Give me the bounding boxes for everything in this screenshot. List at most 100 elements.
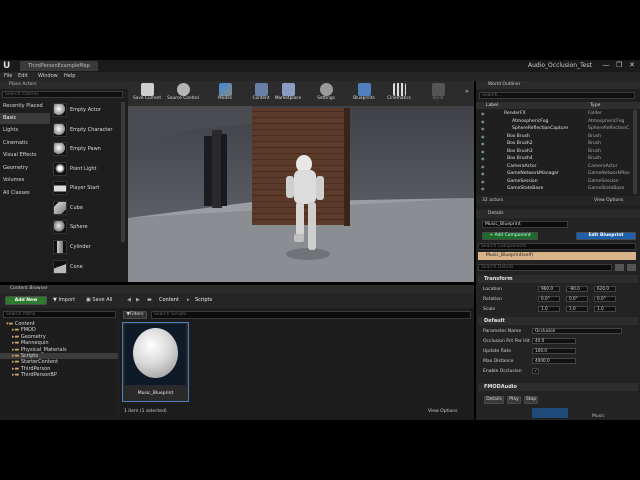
category-lights[interactable]: Lights <box>0 125 50 136</box>
add-new-button[interactable]: Add New <box>5 296 47 305</box>
default-section[interactable]: Default <box>478 317 638 325</box>
level-tab[interactable]: ThirdPersonExampleMap <box>20 61 98 71</box>
outliner-row[interactable]: ◉ GameSession GameSession <box>476 178 632 186</box>
actor-sphere[interactable]: Sphere <box>50 218 122 237</box>
outliner-row[interactable]: ◉ Box Brush4 Brush <box>476 155 632 163</box>
rotation-z[interactable]: 0.0° <box>594 296 616 302</box>
settings-button[interactable]: Settings <box>309 81 343 106</box>
filters-button[interactable]: ▼Filters <box>123 311 147 319</box>
add-component-button[interactable]: + Add Component <box>482 232 538 240</box>
menu-help[interactable]: Help <box>64 72 75 81</box>
location-x[interactable]: 960.0 <box>538 286 560 292</box>
menu-edit[interactable]: Edit <box>18 72 28 81</box>
component-self-item[interactable]: Music_Blueprint(self) <box>478 252 636 260</box>
category-recently-placed[interactable]: Recently Placed <box>0 101 50 112</box>
place-actors-scrollbar[interactable] <box>121 102 125 242</box>
search-classes-input[interactable]: Search Classes <box>2 91 123 98</box>
eye-icon[interactable]: ◉ <box>481 133 485 141</box>
category-visual-effects[interactable]: Visual Effects <box>0 150 50 161</box>
parameter-name-field[interactable]: Occlusion <box>532 328 622 334</box>
search-scripts-input[interactable]: Search Scripts <box>151 311 471 319</box>
outliner-row[interactable]: ◉ RenderFX Folder <box>476 110 632 118</box>
eye-icon[interactable]: ◉ <box>481 178 485 186</box>
outliner-row[interactable]: ◉ GameNetworkManager GameNetworkMan <box>476 170 632 178</box>
fmod-details-button[interactable]: Details <box>484 396 504 404</box>
outliner-search-input[interactable]: Search... <box>479 92 635 99</box>
actor-empty-actor[interactable]: Empty Actor <box>50 101 122 120</box>
maximize-button[interactable]: ❐ <box>613 60 625 70</box>
actor-empty-character[interactable]: Empty Character <box>50 121 122 140</box>
close-button[interactable]: ✕ <box>626 60 638 70</box>
object-name-field[interactable]: Music_Blueprint <box>482 221 568 228</box>
actor-cone[interactable]: Cone <box>50 258 122 277</box>
col-label[interactable]: Label <box>486 102 498 109</box>
build-button[interactable]: Build <box>421 81 455 106</box>
minimize-button[interactable]: — <box>600 60 612 70</box>
eye-icon[interactable]: ◉ <box>481 185 485 193</box>
search-paths-input[interactable]: Search Paths <box>3 311 116 318</box>
path-scripts[interactable]: Scripts <box>195 296 212 305</box>
scale-y[interactable]: 1.0 <box>566 306 588 312</box>
grid-view-icon[interactable] <box>615 264 624 271</box>
enable-occlusion-checkbox[interactable]: ✓ <box>532 368 539 374</box>
outliner-row[interactable]: ◉ Box Brush Brush <box>476 133 632 141</box>
eye-icon[interactable]: ◉ <box>481 118 485 126</box>
import-button[interactable]: ▼ Import <box>53 296 75 305</box>
category-volumes[interactable]: Volumes <box>0 175 50 186</box>
outliner-row[interactable]: ◉ Box Brush2 Brush <box>476 140 632 148</box>
eye-icon[interactable]: ◉ <box>481 125 485 133</box>
search-components-input[interactable]: Search Components <box>478 243 636 250</box>
location-y[interactable]: -90.0 <box>566 286 588 292</box>
tree-item-third-person-bp[interactable]: ▸▬ ThirdPersonBP <box>0 372 118 378</box>
eye-icon[interactable]: ◉ <box>481 110 485 118</box>
max-distance-field[interactable]: 4000.0 <box>532 358 576 364</box>
outliner-row[interactable]: ◉ SphereReflectionCapture SphereReflection… <box>476 125 632 133</box>
outliner-row[interactable]: ◉ AtmosphericFog AtmosphericFog <box>476 118 632 126</box>
actor-player-start[interactable]: Player Start <box>50 179 122 198</box>
scale-z[interactable]: 1.0 <box>594 306 616 312</box>
occlusion-pct-field[interactable]: 40.0 <box>532 338 576 344</box>
transform-section[interactable]: Transform <box>478 275 638 283</box>
outliner-scrollbar[interactable] <box>633 110 637 194</box>
source-control-button[interactable]: Source Control <box>166 81 200 106</box>
menu-window[interactable]: Window <box>38 72 58 81</box>
category-basic[interactable]: Basic <box>0 113 50 124</box>
fmod-play-button[interactable]: Play <box>507 396 521 404</box>
outliner-view-options[interactable]: View Options <box>594 196 623 205</box>
cinematics-button[interactable]: Cinematics <box>382 81 416 106</box>
category-geometry[interactable]: Geometry <box>0 163 50 174</box>
menu-file[interactable]: File <box>4 72 12 81</box>
update-rate-field[interactable]: 100.0 <box>532 348 576 354</box>
nav-back-icon[interactable]: ◀ <box>127 296 131 305</box>
nav-forward-icon[interactable]: ▶ <box>136 296 140 305</box>
outliner-row[interactable]: ◉ Box Brush3 Brush <box>476 148 632 156</box>
actor-cylinder[interactable]: Cylinder <box>50 238 122 257</box>
blueprints-button[interactable]: Blueprints <box>347 81 381 106</box>
location-z[interactable]: 620.0 <box>594 286 616 292</box>
category-all-classes[interactable]: All Classes <box>0 188 50 199</box>
eye-icon[interactable]: ◉ <box>481 155 485 163</box>
toolbar-overflow-icon[interactable]: » <box>465 88 469 95</box>
save-current-button[interactable]: Save Current <box>130 81 164 106</box>
level-viewport[interactable] <box>128 106 474 282</box>
actor-empty-pawn[interactable]: Empty Pawn <box>50 140 122 159</box>
outliner-row[interactable]: ◉ GameStateBase GameStateBase <box>476 185 632 193</box>
edit-blueprint-button[interactable]: Edit Blueprint <box>576 232 636 240</box>
col-type[interactable]: Type <box>590 102 600 109</box>
eye-icon[interactable]: ◉ <box>481 163 485 171</box>
save-all-button[interactable]: ▣ Save All <box>86 296 112 305</box>
actor-point-light[interactable]: Point Light <box>50 160 122 179</box>
eye-icon[interactable]: ◉ <box>481 170 485 178</box>
outliner-row[interactable]: ◉ CameraActor CameraActor <box>476 163 632 171</box>
eye-icon[interactable] <box>627 264 636 271</box>
eye-icon[interactable]: ◉ <box>481 140 485 148</box>
scale-x[interactable]: 1.0 <box>538 306 560 312</box>
fmod-audio-section[interactable]: FMODAudio <box>478 383 638 391</box>
rotation-y[interactable]: 0.0° <box>566 296 588 302</box>
content-view-options[interactable]: View Options <box>428 409 457 414</box>
rotation-x[interactable]: 0.0° <box>538 296 560 302</box>
path-content[interactable]: Content <box>159 296 179 305</box>
fmod-stop-button[interactable]: Stop <box>524 396 538 404</box>
marketplace-button[interactable]: Marketplace <box>271 81 305 106</box>
category-cinematic[interactable]: Cinematic <box>0 138 50 149</box>
